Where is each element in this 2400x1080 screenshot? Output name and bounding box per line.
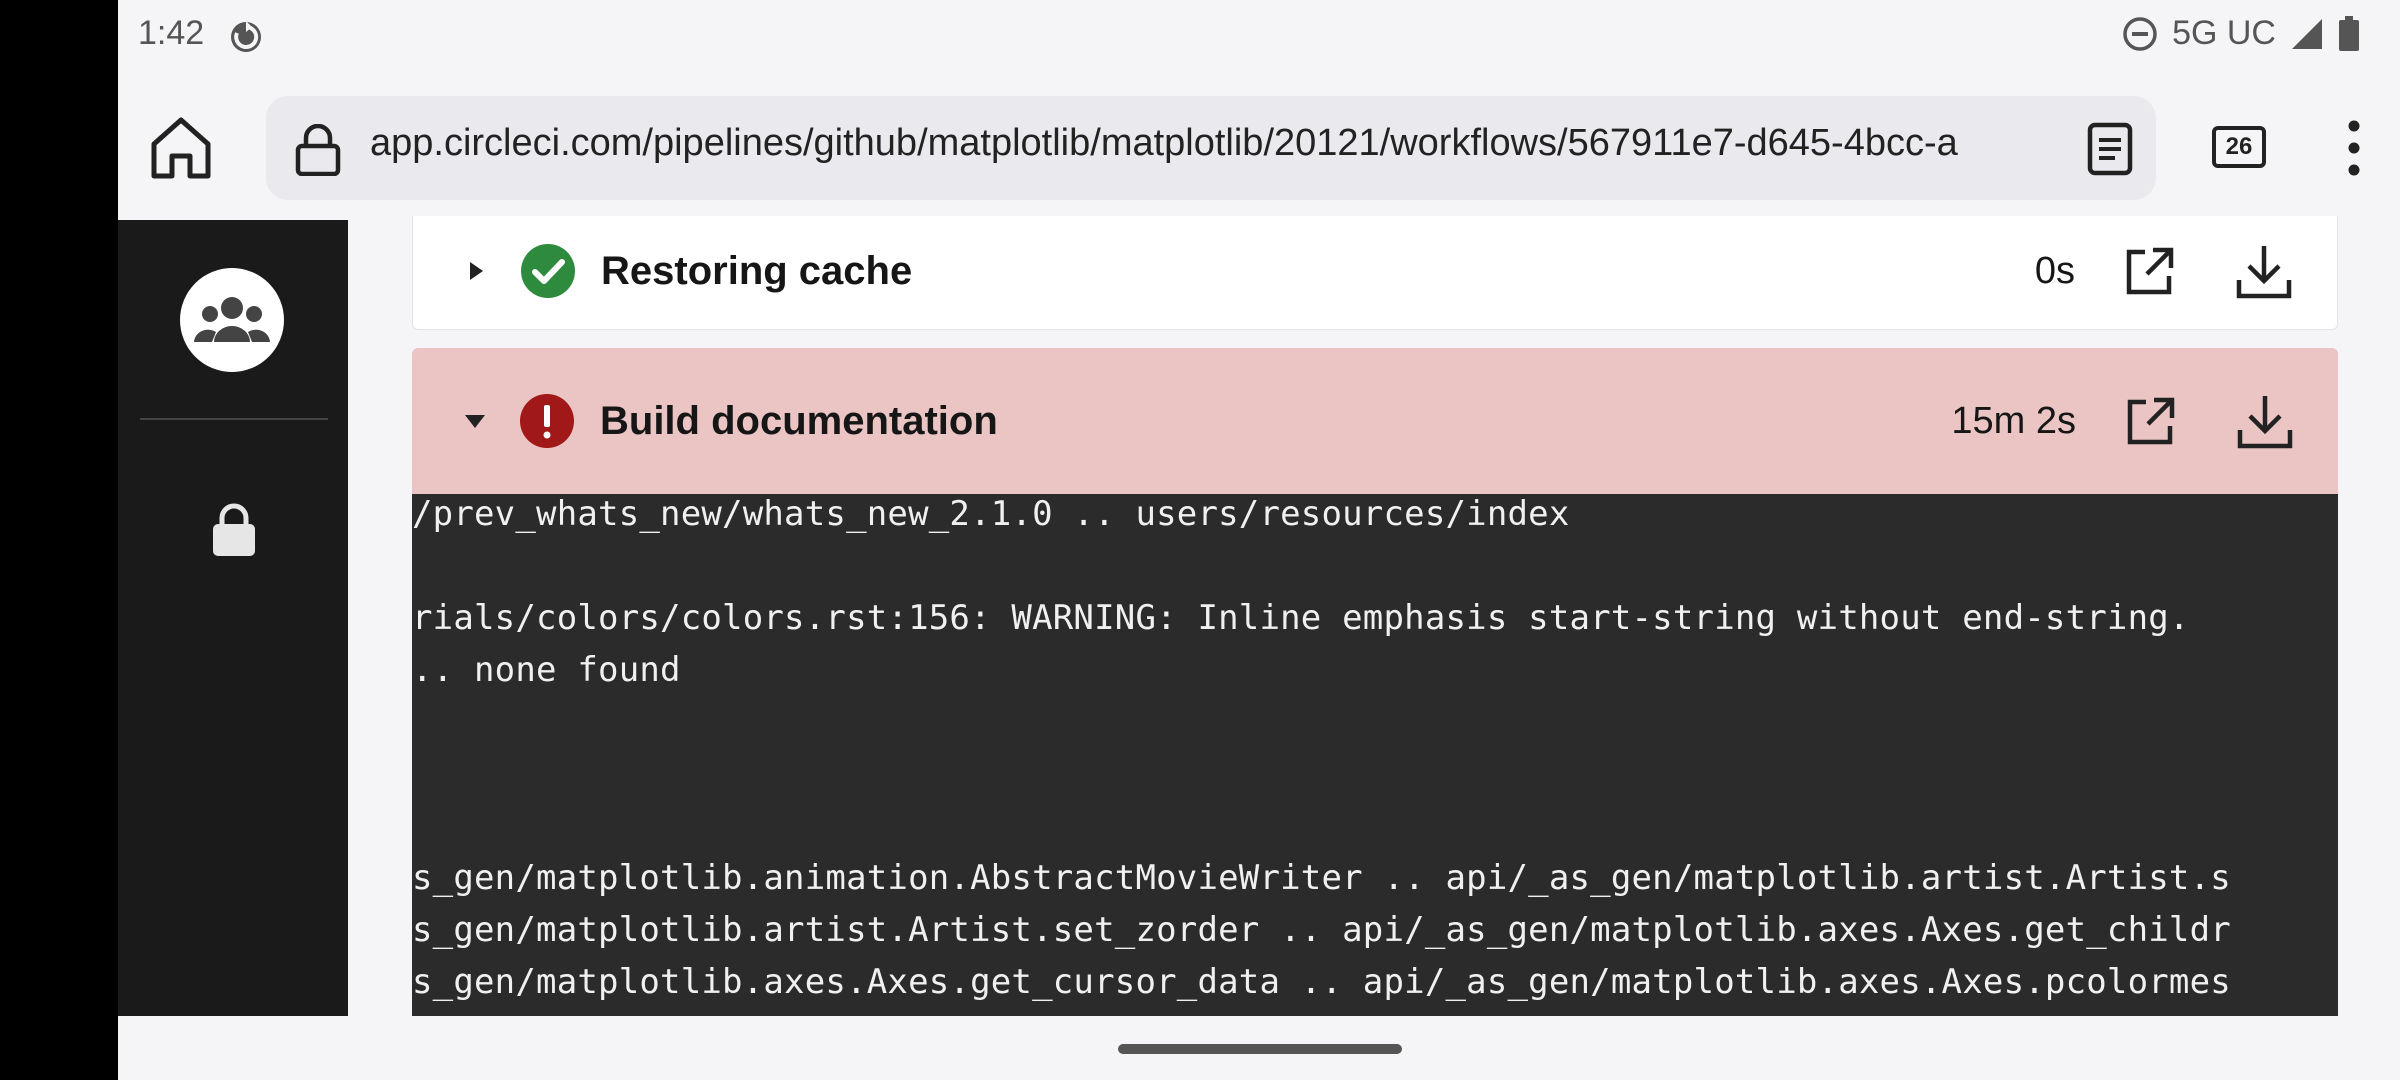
status-bar: 1:42 5G UC <box>118 0 2400 74</box>
step-restoring-cache[interactable]: Restoring cache 0s <box>412 216 2338 330</box>
signal-icon <box>2292 18 2322 49</box>
left-bezel <box>0 0 118 1080</box>
sync-icon <box>231 21 261 52</box>
caret-right-icon[interactable] <box>465 260 487 282</box>
terminal-line: rials/colors/colors.rst:156: WARNING: In… <box>412 598 2190 638</box>
step-duration: 15m 2s <box>1951 400 2076 442</box>
step-output-terminal[interactable]: /prev_whats_new/whats_new_2.1.0 .. users… <box>412 494 2338 1016</box>
terminal-line: s_gen/matplotlib.animation.AbstractMovie… <box>412 858 2231 898</box>
step-duration: 0s <box>2034 250 2075 292</box>
terminal-line: s_gen/matplotlib.artist.Artist.set_zorde… <box>412 910 2231 950</box>
open-external-icon[interactable] <box>2123 246 2175 298</box>
sidebar-divider <box>140 418 328 420</box>
job-steps: Restoring cache 0s Build documentation 1… <box>412 216 2338 1016</box>
lock-icon[interactable] <box>294 124 342 176</box>
step-build-documentation[interactable]: Build documentation 15m 2s <box>412 348 2338 494</box>
reader-mode-icon[interactable] <box>2086 122 2134 176</box>
lock-icon[interactable] <box>210 502 258 558</box>
status-right: 5G UC <box>2122 14 2360 53</box>
tabs-icon[interactable]: 26 <box>2212 126 2266 168</box>
terminal-line: .. none found <box>412 650 681 690</box>
status-time: 1:42 <box>138 14 205 52</box>
url-text[interactable]: app.circleci.com/pipelines/github/matplo… <box>370 122 2050 165</box>
download-icon[interactable] <box>2235 244 2293 300</box>
success-check-icon <box>521 244 575 298</box>
network-type: 5G UC <box>2172 14 2276 52</box>
open-external-icon[interactable] <box>2124 396 2176 448</box>
address-bar[interactable]: app.circleci.com/pipelines/github/matplo… <box>266 96 2156 200</box>
browser-toolbar: app.circleci.com/pipelines/github/matplo… <box>118 74 2400 221</box>
terminal-line: s_gen/matplotlib.axes.Axes.get_cursor_da… <box>412 962 2231 1002</box>
org-avatar-icon <box>194 297 270 342</box>
more-vert-icon[interactable] <box>2342 118 2366 178</box>
gesture-handle[interactable] <box>1118 1044 1402 1054</box>
org-avatar[interactable] <box>180 268 284 372</box>
gesture-nav-area <box>118 1016 2400 1080</box>
phone-screen: 1:42 5G UC app.circleci.com/pipelines/gi… <box>118 0 2400 1080</box>
download-icon[interactable] <box>2236 394 2294 450</box>
step-title: Restoring cache <box>601 249 913 293</box>
sidebar <box>118 220 348 1016</box>
error-icon <box>520 394 574 448</box>
circleci-app: Restoring cache 0s Build documentation 1… <box>118 216 2400 1016</box>
do-not-disturb-icon <box>2123 16 2157 51</box>
terminal-line: /prev_whats_new/whats_new_2.1.0 .. users… <box>412 494 1570 534</box>
home-icon[interactable] <box>148 112 214 182</box>
battery-icon <box>2339 15 2359 51</box>
caret-down-icon[interactable] <box>464 410 486 432</box>
step-title: Build documentation <box>600 399 998 443</box>
